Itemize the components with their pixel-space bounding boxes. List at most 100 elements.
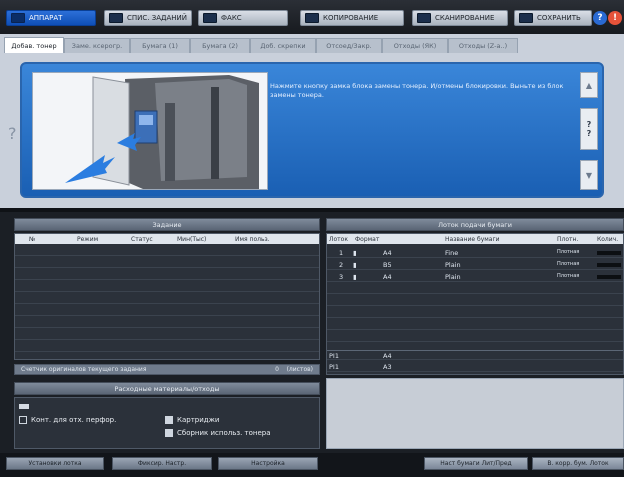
table-row[interactable] bbox=[327, 296, 623, 306]
tab-detach-close[interactable]: Отсоед/Закр. bbox=[316, 38, 382, 53]
bottom-bar: Установки лотка Фиксир. Настр. Настройка… bbox=[0, 453, 624, 477]
chevron-up-icon: ▲ bbox=[585, 80, 593, 90]
table-row[interactable]: 3 ▮ A4 Plain Плотная bbox=[327, 272, 623, 282]
mode-button-copy[interactable]: КОПИРОВАНИЕ bbox=[300, 10, 404, 26]
table-row[interactable]: 2 ▮ B5 Plain Плотная bbox=[327, 260, 623, 270]
mode-button-fax[interactable]: ФАКС bbox=[198, 10, 288, 26]
tray-number: 3 bbox=[339, 273, 344, 281]
mode-label-store: СОХРАНИТЬ bbox=[537, 14, 581, 22]
jobs-table-header: № Режим Статус Мин(Тыс) Имя польз. bbox=[15, 234, 319, 244]
jobs-col-time: Мин(Тыс) bbox=[177, 235, 207, 243]
table-row[interactable] bbox=[327, 284, 623, 294]
table-row[interactable] bbox=[15, 318, 319, 328]
tray-size: A4 bbox=[383, 249, 392, 257]
table-row[interactable] bbox=[15, 342, 319, 352]
settings-button[interactable]: Настройка bbox=[218, 457, 318, 470]
jobs-panel: № Режим Статус Мин(Тыс) Имя польз. bbox=[14, 233, 320, 360]
tab-bar: Добав. тонер Заме. ксерогр. Бумага (1) Б… bbox=[0, 34, 624, 54]
mode-button-machine[interactable]: АППАРАТ bbox=[6, 10, 96, 26]
tray-col-size: Формат bbox=[355, 235, 380, 243]
cartridges-label: Картриджи bbox=[177, 416, 220, 424]
paper-settings-button[interactable]: Наст бумаги Лит/Пред bbox=[424, 457, 528, 470]
jobs-col-status: Статус bbox=[131, 235, 153, 243]
punch-waste-item[interactable]: Конт. для отх. перфор. bbox=[19, 416, 116, 424]
tab-waste-1[interactable]: Отходы (ЯК) bbox=[382, 38, 448, 53]
table-row[interactable]: PI1 A4 bbox=[327, 350, 623, 360]
tray-paper-name: Plain bbox=[445, 273, 461, 281]
tray-col-name: Название бумаги bbox=[445, 235, 500, 243]
fax-icon bbox=[203, 13, 217, 23]
cartridges-item[interactable]: Картриджи bbox=[165, 416, 219, 424]
table-row[interactable] bbox=[15, 246, 319, 256]
table-row[interactable] bbox=[327, 332, 623, 342]
paper-icon: ▮ bbox=[353, 249, 357, 257]
mode-label-fax: ФАКС bbox=[221, 14, 242, 22]
help-question-icon: ? bbox=[8, 124, 17, 143]
table-row[interactable] bbox=[327, 320, 623, 330]
table-row[interactable] bbox=[15, 270, 319, 280]
tab-waste-2[interactable]: Отходы (Z-a..) bbox=[448, 38, 518, 53]
tray-settings-button[interactable]: Установки лотка bbox=[6, 457, 104, 470]
table-row[interactable] bbox=[327, 308, 623, 318]
chevron-down-icon: ▼ bbox=[585, 170, 593, 180]
alert-icon[interactable]: ! bbox=[608, 11, 622, 25]
tab-replace-drum[interactable]: Заме. ксерогр. bbox=[64, 38, 130, 53]
help-guide-button[interactable]: ? ? bbox=[580, 108, 598, 150]
jobs-col-user: Имя польз. bbox=[235, 235, 270, 243]
tray-size: A4 bbox=[383, 273, 392, 281]
tab-paper-1[interactable]: Бумага (1) bbox=[130, 38, 190, 53]
counter-label: Счетчик оригиналов текущего задания bbox=[21, 366, 147, 373]
consumables-panel-title: Расходные материалы/отходы bbox=[14, 382, 320, 395]
divider bbox=[0, 208, 624, 212]
tray-col-tray: Лоток bbox=[329, 235, 348, 243]
waste-box-icon bbox=[19, 404, 29, 409]
tray-paper-weight: Плотная bbox=[557, 273, 580, 279]
paper-level-bar bbox=[597, 275, 621, 279]
message-area: ? Нажмите кнопку замка блока замены тоне… bbox=[0, 54, 624, 208]
tray-paper-weight: Плотная bbox=[557, 261, 580, 267]
table-row[interactable]: PI1 A3 bbox=[327, 362, 623, 372]
tray-size: A3 bbox=[383, 363, 392, 371]
jobs-col-mode: Режим bbox=[77, 235, 99, 243]
table-row[interactable] bbox=[15, 330, 319, 340]
cartridge-icon bbox=[165, 416, 173, 424]
tray-panel: Лоток Формат Название бумаги Плотн. Коли… bbox=[326, 233, 624, 375]
tray-number: 1 bbox=[339, 249, 344, 257]
mode-button-store[interactable]: СОХРАНИТЬ bbox=[514, 10, 592, 26]
mode-label-copy: КОПИРОВАНИЕ bbox=[323, 14, 379, 22]
table-row[interactable] bbox=[15, 306, 319, 316]
illustration-svg bbox=[33, 73, 267, 189]
scan-icon bbox=[417, 13, 431, 23]
scroll-up-button[interactable]: ▲ bbox=[580, 72, 598, 98]
punch-waste-label: Конт. для отх. перфор. bbox=[31, 416, 117, 424]
tray-size: A4 bbox=[383, 352, 392, 360]
table-row[interactable] bbox=[15, 258, 319, 268]
tray-table-header: Лоток Формат Название бумаги Плотн. Коли… bbox=[327, 234, 623, 244]
tab-paper-2[interactable]: Бумага (2) bbox=[190, 38, 250, 53]
consumables-panel: Конт. для отх. перфор. Картриджи Сборник… bbox=[14, 397, 320, 449]
tab-add-staples[interactable]: Доб. скрепки bbox=[250, 38, 316, 53]
counter-value: 0 bbox=[275, 366, 279, 373]
toner-waste-item[interactable]: Сборник использ. тонера bbox=[165, 429, 271, 437]
tab-add-toner[interactable]: Добав. тонер bbox=[4, 37, 64, 53]
paper-icon: ▮ bbox=[353, 261, 357, 269]
copy-icon bbox=[305, 13, 319, 23]
table-row[interactable]: 1 ▮ A4 Fine Плотная bbox=[327, 248, 623, 258]
table-row[interactable] bbox=[15, 294, 319, 304]
tray-number: PI1 bbox=[329, 363, 339, 371]
paper-level-bar bbox=[597, 263, 621, 267]
help-icon[interactable]: ? bbox=[593, 11, 607, 25]
paper-icon: ▮ bbox=[353, 273, 357, 281]
paper-correction-button[interactable]: В. корр. бум. Лоток bbox=[532, 457, 624, 470]
fixed-settings-button[interactable]: Фиксир. Настр. bbox=[112, 457, 212, 470]
tray-col-weight: Плотн. bbox=[557, 235, 579, 243]
tray-number: PI1 bbox=[329, 352, 339, 360]
mode-button-scan[interactable]: СКАНИРОВАНИЕ bbox=[412, 10, 508, 26]
scroll-down-button[interactable]: ▼ bbox=[580, 160, 598, 190]
mode-button-job-list[interactable]: СПИС. ЗАДАНИЙ bbox=[104, 10, 192, 26]
question-icon: ? bbox=[586, 129, 592, 138]
jobs-col-number: № bbox=[29, 235, 36, 243]
mode-label-machine: АППАРАТ bbox=[29, 14, 63, 22]
tray-panel-title: Лоток подачи бумаги bbox=[326, 218, 624, 231]
table-row[interactable] bbox=[15, 282, 319, 292]
